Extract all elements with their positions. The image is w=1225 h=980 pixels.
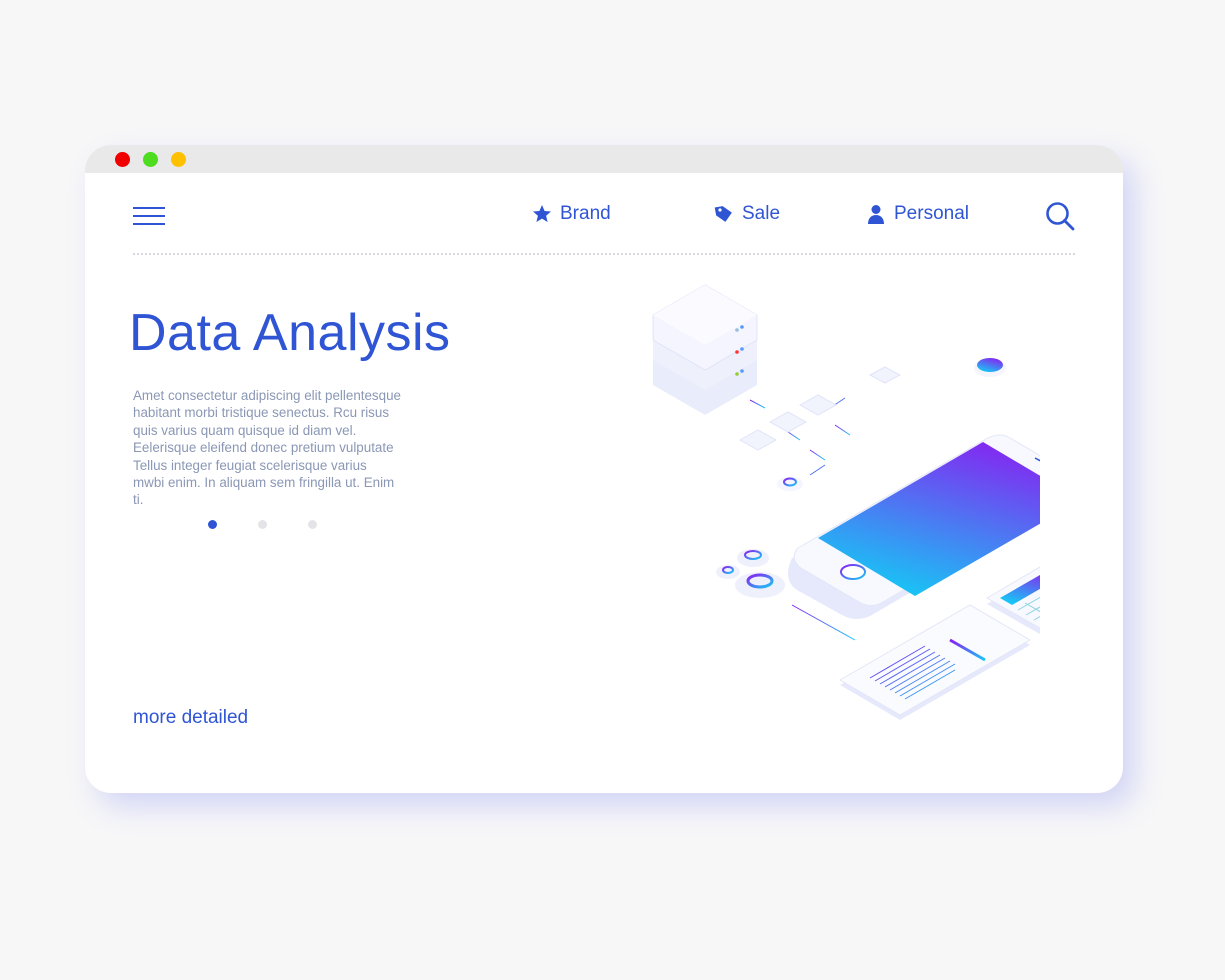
nav-divider	[133, 253, 1075, 255]
nav-item-label: Brand	[560, 203, 611, 224]
user-icon	[868, 205, 884, 224]
gears-icon	[716, 549, 785, 598]
hero-description: Amet consectetur adipiscing elit pellent…	[133, 388, 401, 508]
data-analysis-illustration	[652, 284, 1040, 720]
nav-item-brand[interactable]: Brand	[532, 203, 611, 225]
nav-item-personal[interactable]: Personal	[866, 203, 969, 225]
nav-item-sale[interactable]: Sale	[714, 203, 780, 225]
navbar: Brand Sale Personal	[85, 145, 1123, 255]
server-stack-icon	[652, 284, 758, 415]
page-title: Data Analysis	[129, 304, 451, 362]
report-document-icon	[839, 604, 1031, 720]
nav-item-label: Sale	[742, 203, 781, 224]
hamburger-icon[interactable]	[133, 207, 165, 225]
pagination-dot[interactable]	[258, 520, 267, 529]
more-detailed-link[interactable]: more detailed	[133, 707, 248, 729]
nav-item-label: Personal	[894, 203, 969, 224]
pagination-dot[interactable]	[308, 520, 317, 529]
tag-icon	[714, 206, 732, 222]
star-icon	[533, 205, 551, 222]
pagination-dot-active[interactable]	[208, 520, 217, 529]
search-icon[interactable]	[1045, 201, 1075, 231]
browser-window: Brand Sale Personal Data Analysis Amet c…	[85, 145, 1123, 793]
